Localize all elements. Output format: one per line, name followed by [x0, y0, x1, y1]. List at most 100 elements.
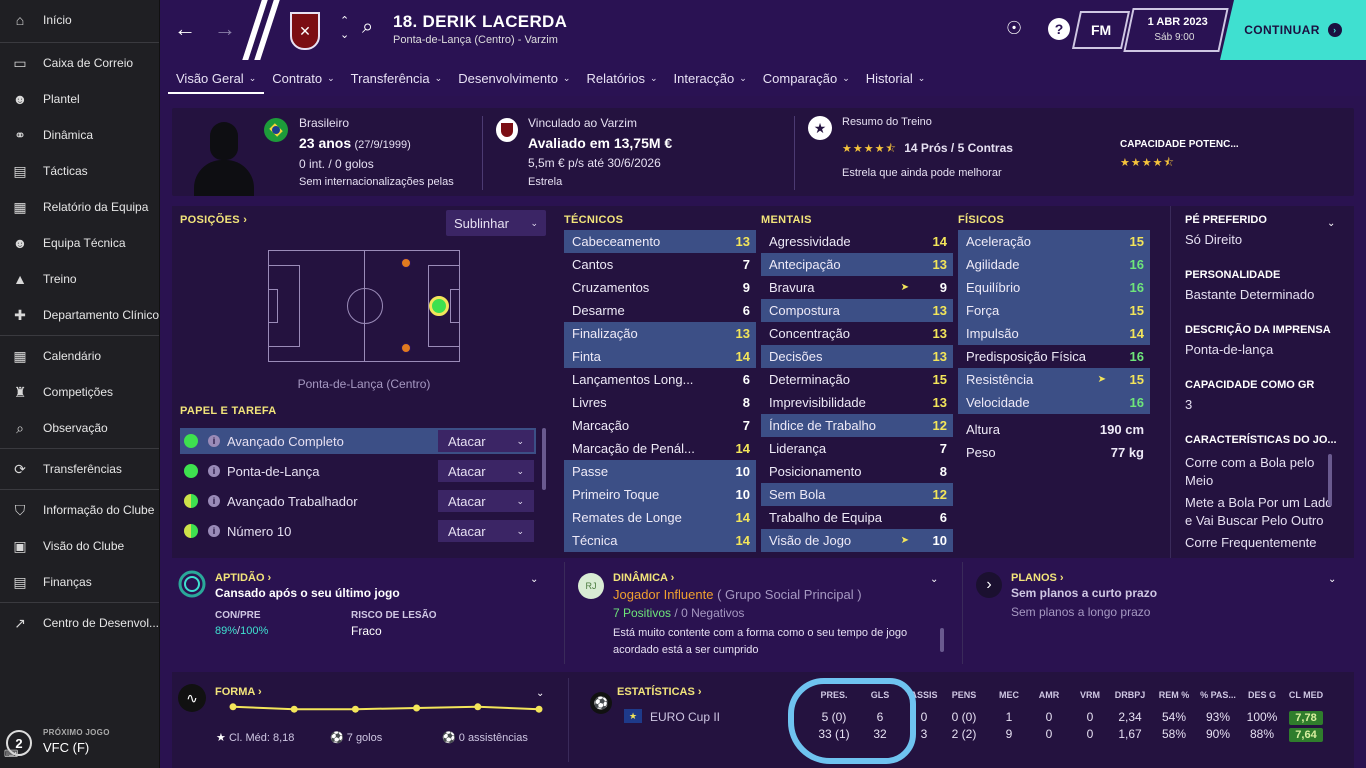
- attribute-row[interactable]: Primeiro Toque 10: [564, 483, 756, 506]
- info-icon[interactable]: i: [208, 465, 220, 477]
- date-display[interactable]: 1 ABR 2023 Sáb 9:00: [1123, 8, 1229, 52]
- attribute-row[interactable]: Bravura ➤ 9: [761, 276, 953, 299]
- stats-header[interactable]: DRBPJ: [1110, 690, 1150, 700]
- chevron-down-icon[interactable]: ⌄: [1327, 218, 1335, 229]
- duty-dropdown[interactable]: Atacar ⌄: [438, 520, 534, 542]
- chevron-down-icon[interactable]: ⌄: [930, 574, 938, 585]
- attribute-row[interactable]: Compostura 13: [761, 299, 953, 322]
- attribute-row[interactable]: Marcação de Penál... 14: [564, 437, 756, 460]
- tab-6[interactable]: Comparação ⌄: [755, 60, 858, 96]
- chevron-down-icon[interactable]: ⌄: [1328, 574, 1336, 585]
- attribute-row[interactable]: Posicionamento 8: [761, 460, 953, 483]
- help-icon[interactable]: ?: [1048, 18, 1070, 40]
- next-match[interactable]: 2 PRÓXIMO JOGO VFC (F) ⌨: [0, 698, 160, 768]
- duty-dropdown[interactable]: Atacar ⌄: [438, 460, 534, 482]
- attribute-row[interactable]: Lançamentos Long... 6: [564, 368, 756, 391]
- stats-header[interactable]: GLS: [860, 690, 900, 700]
- attribute-row[interactable]: Técnica 14: [564, 529, 756, 552]
- attribute-row[interactable]: Agressividade 14: [761, 230, 953, 253]
- form-point[interactable]: [474, 703, 482, 711]
- attribute-row[interactable]: Equilíbrio 16: [958, 276, 1150, 299]
- tab-7[interactable]: Historial ⌄: [858, 60, 934, 96]
- sidebar-item-staff[interactable]: ☻ Equipa Técnica: [0, 225, 159, 261]
- attribute-row[interactable]: Trabalho de Equipa 6: [761, 506, 953, 529]
- stats-header[interactable]: PRES.: [814, 690, 854, 700]
- sidebar-item-squad[interactable]: ☻ Plantel: [0, 81, 159, 117]
- sidebar-item-training[interactable]: ▲ Treino: [0, 261, 159, 297]
- attribute-row[interactable]: Impulsão 14: [958, 322, 1150, 345]
- attribute-row[interactable]: Imprevisibilidade 13: [761, 391, 953, 414]
- fitness-title[interactable]: APTIDÃO ›: [215, 572, 271, 584]
- form-point[interactable]: [413, 704, 421, 712]
- roles-scrollbar[interactable]: [542, 428, 546, 490]
- role-row[interactable]: i Número 10 Atacar ⌄: [180, 518, 536, 544]
- role-row[interactable]: i Avançado Trabalhador Atacar ⌄: [180, 488, 536, 514]
- stats-header[interactable]: AMR: [1029, 690, 1069, 700]
- attribute-row[interactable]: Resistência ➤ 15: [958, 368, 1150, 391]
- sidebar-item-transfers[interactable]: ⟳ Transferências: [0, 451, 159, 487]
- continue-button[interactable]: CONTINUAR ›: [1220, 0, 1366, 60]
- player-switch-arrows-icon[interactable]: ⌃ ⌄: [340, 14, 349, 42]
- attribute-row[interactable]: Cantos 7: [564, 253, 756, 276]
- info-icon[interactable]: i: [208, 495, 220, 507]
- stats-header[interactable]: REM %: [1154, 690, 1194, 700]
- role-row[interactable]: i Avançado Completo Atacar ⌄: [180, 428, 536, 454]
- sidebar-item-medical[interactable]: ✚ Departamento Clínico: [0, 297, 159, 333]
- duty-dropdown[interactable]: Atacar ⌄: [438, 490, 534, 512]
- sidebar-item-report[interactable]: ▦ Relatório da Equipa: [0, 189, 159, 225]
- dynamics-scrollbar[interactable]: [940, 628, 944, 652]
- stats-header[interactable]: VRM: [1070, 690, 1110, 700]
- attribute-row[interactable]: Determinação 15: [761, 368, 953, 391]
- stats-title[interactable]: ESTATÍSTICAS ›: [617, 686, 702, 698]
- attribute-row[interactable]: Passe 10: [564, 460, 756, 483]
- attribute-row[interactable]: Finta 14: [564, 345, 756, 368]
- chevron-down-icon[interactable]: ⌄: [530, 574, 538, 585]
- sidebar-item-tactics[interactable]: ▤ Tácticas: [0, 153, 159, 189]
- info-icon[interactable]: i: [208, 435, 220, 447]
- stats-header[interactable]: ASSIS: [904, 690, 944, 700]
- plans-title[interactable]: PLANOS ›: [1011, 572, 1064, 584]
- chevron-down-icon[interactable]: ⌄: [536, 688, 544, 699]
- club-crest-icon[interactable]: ✕: [290, 12, 320, 50]
- positions-title[interactable]: POSIÇÕES ›: [180, 214, 247, 226]
- attribute-row[interactable]: Marcação 7: [564, 414, 756, 437]
- form-point[interactable]: [229, 703, 237, 711]
- tab-5[interactable]: Interacção ⌄: [666, 60, 755, 96]
- attribute-row[interactable]: Cruzamentos 9: [564, 276, 756, 299]
- tab-4[interactable]: Relatórios ⌄: [578, 60, 665, 96]
- role-row[interactable]: i Ponta-de-Lança Atacar ⌄: [180, 458, 536, 484]
- attribute-row[interactable]: Liderança 7: [761, 437, 953, 460]
- attribute-row[interactable]: Concentração 13: [761, 322, 953, 345]
- form-title[interactable]: FORMA ›: [215, 686, 262, 698]
- tab-0[interactable]: Visão Geral ⌄: [168, 60, 265, 96]
- attribute-row[interactable]: Visão de Jogo ➤ 10: [761, 529, 953, 552]
- attribute-row[interactable]: Livres 8: [564, 391, 756, 414]
- competition-name[interactable]: EURO Cup II: [650, 710, 720, 724]
- tab-3[interactable]: Desenvolvimento ⌄: [450, 60, 578, 96]
- sidebar-item-dynamics[interactable]: ⚭ Dinâmica: [0, 117, 159, 153]
- attribute-row[interactable]: Sem Bola 12: [761, 483, 953, 506]
- duty-dropdown[interactable]: Atacar ⌄: [438, 430, 534, 452]
- attribute-row[interactable]: Força 15: [958, 299, 1150, 322]
- tab-1[interactable]: Contrato ⌄: [264, 60, 342, 96]
- traits-scrollbar[interactable]: [1328, 454, 1332, 506]
- stats-header[interactable]: MEC: [989, 690, 1029, 700]
- attribute-row[interactable]: Índice de Trabalho 12: [761, 414, 953, 437]
- sidebar-item-scouting[interactable]: ⌕ Observação: [0, 410, 159, 446]
- info-icon[interactable]: i: [208, 525, 220, 537]
- sidebar-item-finance[interactable]: ▤ Finanças: [0, 564, 159, 600]
- attribute-row[interactable]: Velocidade 16: [958, 391, 1150, 414]
- attribute-row[interactable]: Remates de Longe 14: [564, 506, 756, 529]
- sidebar-item-trophy[interactable]: ♜ Competições: [0, 374, 159, 410]
- stats-header[interactable]: PENS: [944, 690, 984, 700]
- dynamics-title[interactable]: DINÂMICA ›: [613, 572, 674, 584]
- highlight-dropdown[interactable]: Sublinhar ⌄: [446, 210, 546, 236]
- sidebar-item-home[interactable]: ⌂ Início: [0, 0, 159, 40]
- back-arrow-icon[interactable]: ←: [174, 16, 196, 42]
- attribute-row[interactable]: Decisões 13: [761, 345, 953, 368]
- attribute-row[interactable]: Aceleração 15: [958, 230, 1150, 253]
- attribute-row[interactable]: Antecipação 13: [761, 253, 953, 276]
- stats-header[interactable]: % PAS...: [1198, 690, 1238, 700]
- attribute-row[interactable]: Desarme 6: [564, 299, 756, 322]
- attribute-row[interactable]: Predisposição Física 16: [958, 345, 1150, 368]
